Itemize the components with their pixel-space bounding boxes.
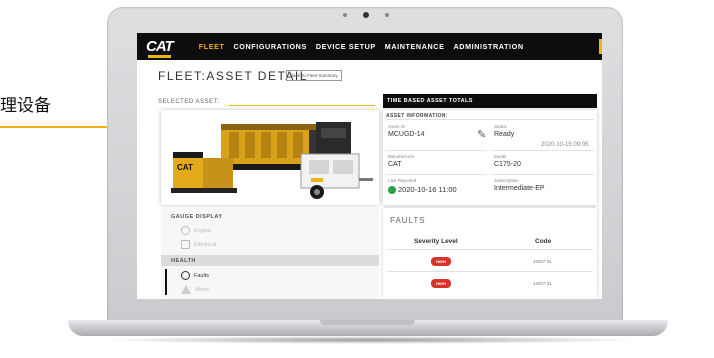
screen: CAT FLEET CONFIGURATIONS DEVICE SETUP MA… bbox=[137, 33, 602, 299]
status-value: Ready bbox=[494, 131, 515, 138]
model-label: Model bbox=[494, 154, 507, 159]
active-indicator bbox=[165, 269, 167, 295]
nav-maintenance[interactable]: MAINTENANCE bbox=[385, 42, 445, 51]
divider bbox=[491, 150, 594, 151]
manufacturer-value: CAT bbox=[388, 161, 402, 168]
divider bbox=[387, 249, 593, 250]
annotation-label: 理设备 bbox=[0, 96, 51, 116]
selected-asset-underline bbox=[229, 105, 375, 106]
divider bbox=[386, 150, 486, 151]
last-reported-label: Last Reported bbox=[388, 178, 417, 183]
severity-high-badge: HIGH bbox=[431, 279, 451, 288]
nav-administration[interactable]: ADMINISTRATION bbox=[453, 42, 523, 51]
health-faults-label: Faults bbox=[194, 272, 209, 279]
camera-dot bbox=[343, 13, 347, 17]
nav-configurations[interactable]: CONFIGURATIONS bbox=[233, 42, 306, 51]
cat-logo[interactable]: CAT bbox=[146, 38, 174, 58]
asset-image: CAT bbox=[161, 110, 379, 205]
health-heading: HEALTH bbox=[171, 258, 196, 264]
fault-code: J4007-31 bbox=[533, 281, 552, 286]
laptop-shadow bbox=[100, 336, 640, 344]
time-based-totals-bar[interactable]: TIME BASED ASSET TOTALS bbox=[383, 94, 597, 108]
gauge-electrical-label: Electrical bbox=[194, 241, 217, 248]
last-reported-value: 2020-10-16 11:00 bbox=[398, 185, 457, 194]
asset-id-label: Asset ID bbox=[388, 124, 406, 129]
selected-asset-label: SELECTED ASSET: bbox=[158, 99, 220, 105]
asset-information-panel: ASSET INFORMATION: Asset ID MCUGD-14 ✎ S… bbox=[383, 110, 597, 205]
camera-lens bbox=[363, 12, 369, 18]
nav-scroll-marker bbox=[599, 39, 602, 54]
model-value: C175-20 bbox=[494, 161, 521, 168]
faults-heading: FAULTS bbox=[390, 216, 426, 225]
divider bbox=[387, 271, 593, 272]
camera-dot bbox=[385, 13, 389, 17]
nav-device-setup[interactable]: DEVICE SETUP bbox=[316, 42, 376, 51]
severity-column-header: Severity Level bbox=[414, 238, 458, 245]
subscription-value: Intermediate-EP bbox=[494, 185, 545, 192]
top-nav: CAT FLEET CONFIGURATIONS DEVICE SETUP MA… bbox=[137, 33, 602, 60]
divider bbox=[386, 119, 594, 120]
gauge-electrical[interactable]: Electrical bbox=[181, 240, 216, 249]
gauge-icon bbox=[181, 226, 190, 235]
alert-triangle-icon bbox=[181, 285, 191, 294]
code-column-header: Code bbox=[535, 238, 552, 245]
fault-code: J4007-31 bbox=[533, 259, 552, 264]
subscription-label: Subscription bbox=[494, 178, 519, 183]
gauge-display-heading: GAUGE DISPLAY bbox=[171, 214, 223, 220]
back-to-fleet-button[interactable]: Back To Fleet Summary bbox=[286, 70, 342, 81]
health-alerts[interactable]: Alerts bbox=[181, 285, 209, 294]
health-faults[interactable]: Faults bbox=[181, 271, 209, 280]
fault-icon bbox=[181, 271, 190, 280]
severity-high-badge: HIGH bbox=[431, 257, 451, 266]
faults-panel: FAULTS Severity Level Code HIGH J4007-31… bbox=[383, 208, 597, 299]
electrical-icon bbox=[181, 240, 190, 249]
divider bbox=[386, 174, 486, 175]
connected-status-icon bbox=[388, 186, 396, 194]
divider bbox=[491, 174, 594, 175]
gauge-engine-label: Engine bbox=[194, 227, 212, 234]
generator-illustration: CAT bbox=[171, 122, 373, 199]
svg-text:CAT: CAT bbox=[177, 163, 193, 172]
manufacturer-label: Manufacturer bbox=[388, 154, 415, 159]
status-timestamp: 2020-10-15 09:05 bbox=[541, 142, 589, 148]
gauge-engine[interactable]: Engine bbox=[181, 226, 211, 235]
status-label: Status bbox=[494, 124, 507, 129]
stage: 理设备 CAT FLEET CONFIGURATIONS DEVICE SETU… bbox=[0, 0, 714, 358]
nav-fleet[interactable]: FLEET bbox=[199, 42, 225, 51]
laptop-notch bbox=[320, 320, 415, 325]
asset-id-value: MCUGD-14 bbox=[388, 131, 425, 138]
edit-pencil-icon[interactable]: ✎ bbox=[477, 128, 486, 141]
health-alerts-label: Alerts bbox=[195, 286, 210, 293]
